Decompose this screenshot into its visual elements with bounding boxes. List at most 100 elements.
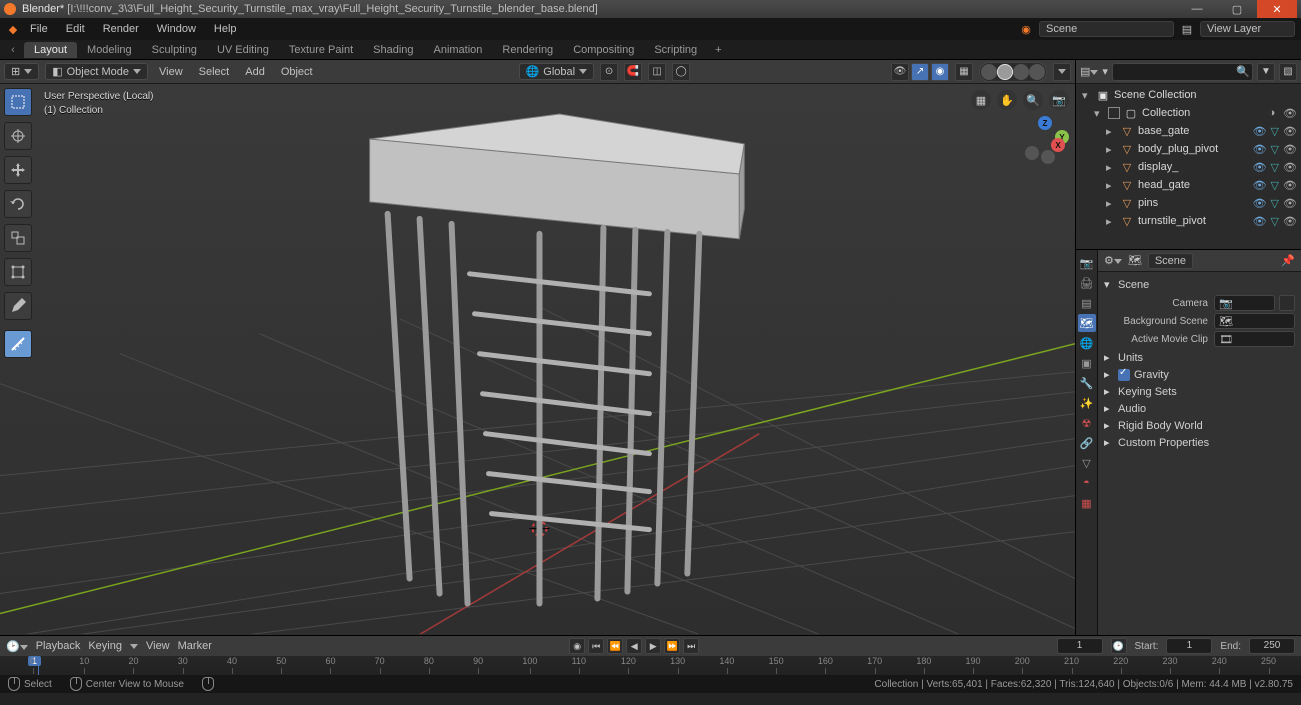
shading-rendered-icon[interactable] — [1029, 64, 1045, 80]
shading-wireframe-icon[interactable] — [981, 64, 997, 80]
viewport-camera-icon[interactable]: 📷 — [1049, 90, 1069, 110]
hide-viewport-icon[interactable]: 👁 — [1253, 125, 1267, 138]
eye-icon[interactable]: 👁 — [1283, 215, 1297, 228]
outliner-item-base_gate[interactable]: ▸▽base_gate👁▽👁 — [1076, 122, 1301, 140]
outliner-item-display_[interactable]: ▸▽display_👁▽👁 — [1076, 158, 1301, 176]
outliner-type-dropdown[interactable]: ▤ — [1080, 65, 1098, 78]
movie-clip-field[interactable]: 🎞 — [1214, 331, 1295, 347]
hide-viewport-icon[interactable]: 👁 — [1253, 197, 1267, 210]
workspace-tab-compositing[interactable]: Compositing — [563, 42, 644, 58]
ptab-data[interactable]: ▽ — [1078, 454, 1096, 472]
workspace-tab-layout[interactable]: Layout — [24, 42, 77, 58]
viewlayer-selector[interactable]: View Layer — [1200, 21, 1295, 37]
eye-icon[interactable]: 👁 — [1283, 125, 1297, 138]
menu-edit[interactable]: Edit — [58, 21, 93, 37]
ptab-physics[interactable]: ☢ — [1078, 414, 1096, 432]
camera-field[interactable]: 📷 — [1214, 295, 1275, 311]
ptab-particles[interactable]: ✨ — [1078, 394, 1096, 412]
properties-breadcrumb[interactable]: Scene — [1148, 253, 1193, 269]
viewport-grid-icon[interactable]: ▦ — [971, 90, 991, 110]
preview-range-toggle[interactable]: 🕑 — [1111, 638, 1127, 654]
ptab-object[interactable]: ▣ — [1078, 354, 1096, 372]
hide-viewport-icon[interactable]: 👁 — [1253, 161, 1267, 174]
exclude-icon[interactable]: ◑ — [1265, 107, 1279, 119]
eye-icon[interactable]: 👁 — [1283, 197, 1297, 210]
tool-transform[interactable] — [4, 258, 32, 286]
outliner-new-collection-button[interactable]: ▧ — [1279, 63, 1297, 81]
outliner-item-pins[interactable]: ▸▽pins👁▽👁 — [1076, 194, 1301, 212]
outliner-scene-collection[interactable]: ▾ ▣ Scene Collection — [1076, 86, 1301, 104]
add-workspace-button[interactable]: + — [707, 42, 729, 58]
outliner-search-input[interactable]: 🔍 — [1112, 63, 1253, 81]
shading-options-dropdown[interactable] — [1053, 63, 1071, 81]
workspace-tab-scripting[interactable]: Scripting — [644, 42, 707, 58]
viewport-zoom-icon[interactable]: 🔍 — [1023, 90, 1043, 110]
menu-help[interactable]: Help — [206, 21, 245, 37]
viewport-menu-view[interactable]: View — [154, 66, 188, 78]
outliner-filter-button[interactable]: ▼ — [1257, 63, 1275, 81]
window-maximize-button[interactable]: ▢ — [1217, 0, 1257, 18]
menu-window[interactable]: Window — [149, 21, 204, 37]
ptab-texture[interactable]: ▦ — [1078, 494, 1096, 512]
panel-custom-properties-header[interactable]: ▸Custom Properties — [1104, 434, 1295, 451]
gizmo-toggle[interactable]: ↗ — [911, 63, 929, 81]
panel-scene-header[interactable]: ▾Scene — [1104, 276, 1295, 293]
menu-render[interactable]: Render — [95, 21, 147, 37]
timeline-menu-marker[interactable]: Marker — [178, 640, 212, 652]
tool-rotate[interactable] — [4, 190, 32, 218]
viewport-pan-icon[interactable]: ✋ — [997, 90, 1017, 110]
workspace-tab-uv-editing[interactable]: UV Editing — [207, 42, 279, 58]
checkbox-icon[interactable] — [1108, 107, 1120, 119]
panel-units-header[interactable]: ▸Units — [1104, 349, 1295, 366]
outliner-collection[interactable]: ▾ ▢ Collection ◑ 👁 — [1076, 104, 1301, 122]
tool-scale[interactable] — [4, 224, 32, 252]
autokey-toggle[interactable]: ◉ — [569, 638, 585, 654]
snap-dropdown[interactable]: ◫ — [648, 63, 666, 81]
viewport-menu-object[interactable]: Object — [276, 66, 318, 78]
window-minimize-button[interactable]: — — [1177, 0, 1217, 18]
workspace-tab-shading[interactable]: Shading — [363, 42, 423, 58]
workspace-tab-rendering[interactable]: Rendering — [492, 42, 563, 58]
workspace-tab-sculpting[interactable]: Sculpting — [142, 42, 207, 58]
ptab-scene[interactable]: 🗺 — [1078, 314, 1096, 332]
play-button[interactable]: ▶ — [645, 638, 661, 654]
panel-audio-header[interactable]: ▸Audio — [1104, 400, 1295, 417]
properties-type-dropdown[interactable]: ⚙ — [1104, 254, 1122, 267]
shading-mode-switch[interactable] — [979, 62, 1047, 82]
tool-measure[interactable] — [4, 330, 32, 358]
proportional-toggle[interactable]: ◯ — [672, 63, 690, 81]
ptab-modifier[interactable]: 🔧 — [1078, 374, 1096, 392]
outliner-display-dropdown[interactable]: ▾ — [1102, 65, 1108, 78]
outliner-item-body_plug_pivot[interactable]: ▸▽body_plug_pivot👁▽👁 — [1076, 140, 1301, 158]
jump-end-button[interactable]: ⏭ — [683, 638, 699, 654]
timeline-menu-playback[interactable]: Playback — [36, 640, 81, 652]
panel-gravity-header[interactable]: ▸ Gravity — [1104, 366, 1295, 383]
tool-annotate[interactable] — [4, 292, 32, 320]
tool-cursor[interactable] — [4, 122, 32, 150]
eye-icon[interactable]: 👁 — [1283, 107, 1297, 120]
visibility-dropdown[interactable]: 👁 — [891, 63, 909, 81]
pin-icon[interactable]: 📌 — [1281, 254, 1295, 267]
snap-toggle[interactable]: 🧲 — [624, 63, 642, 81]
viewport-menu-add[interactable]: Add — [240, 66, 270, 78]
overlays-toggle[interactable]: ◉ — [931, 63, 949, 81]
end-frame-field[interactable]: 250 — [1249, 638, 1295, 654]
ptab-viewlayer[interactable]: ▤ — [1078, 294, 1096, 312]
key-next-button[interactable]: ⏩ — [664, 638, 680, 654]
scene-selector[interactable]: Scene — [1039, 21, 1174, 37]
menu-file[interactable]: File — [22, 21, 56, 37]
timeline-menu-keying[interactable]: Keying — [88, 640, 122, 652]
ptab-material[interactable]: ◓ — [1078, 474, 1096, 492]
ptab-world[interactable]: 🌐 — [1078, 334, 1096, 352]
play-reverse-button[interactable]: ◀ — [626, 638, 642, 654]
key-prev-button[interactable]: ⏪ — [607, 638, 623, 654]
eye-icon[interactable]: 👁 — [1283, 143, 1297, 156]
tool-select-box[interactable] — [4, 88, 32, 116]
ptab-output[interactable]: 🖨 — [1078, 274, 1096, 292]
panel-rigid-body-world-header[interactable]: ▸Rigid Body World — [1104, 417, 1295, 434]
window-close-button[interactable]: ✕ — [1257, 0, 1297, 18]
shading-solid-icon[interactable] — [997, 64, 1013, 80]
timeline-ruler[interactable]: 1 01020304050607080901001101201301401501… — [0, 656, 1301, 675]
ptab-constraints[interactable]: 🔗 — [1078, 434, 1096, 452]
pivot-dropdown[interactable]: ⊙ — [600, 63, 618, 81]
